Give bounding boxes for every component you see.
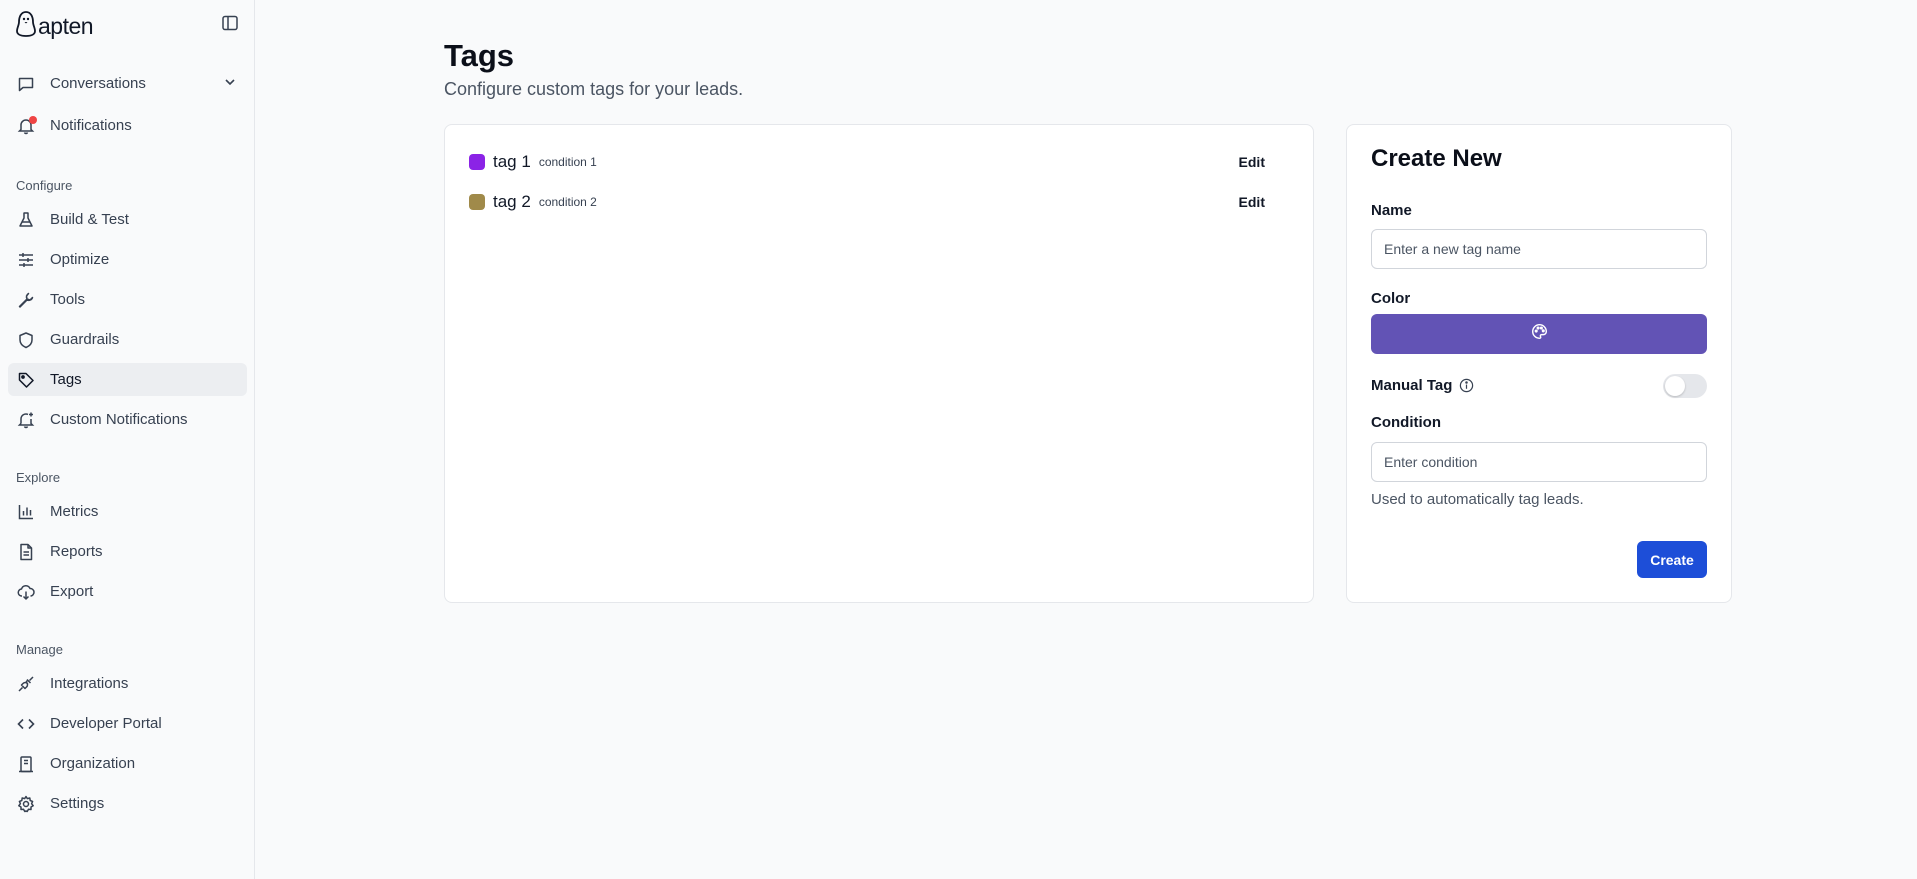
flask-icon: [16, 210, 36, 230]
sidebar-item-tools[interactable]: Tools: [8, 283, 247, 316]
color-label: Color: [1371, 290, 1411, 307]
sidebar-item-custom-notifications[interactable]: Custom Notifications: [8, 403, 247, 436]
manual-tag-toggle[interactable]: [1663, 374, 1707, 398]
page-title: Tags: [444, 38, 515, 73]
sidebar-item-developer-portal[interactable]: Developer Portal: [8, 707, 247, 740]
penguin-logo-icon: [16, 10, 36, 42]
notification-dot: [29, 115, 37, 124]
chat-icon: [16, 74, 36, 94]
tag-name: tag 1: [493, 152, 531, 171]
sidebar-item-label: Tools: [50, 291, 86, 308]
create-tag-button[interactable]: Create: [1637, 541, 1707, 578]
palette-icon: [1531, 323, 1548, 345]
tag-name: tag 2: [493, 192, 531, 211]
edit-tag-button[interactable]: Edit: [1231, 190, 1273, 214]
brand-name: apten: [38, 12, 94, 39]
page-subtitle: Configure custom tags for your leads.: [444, 79, 744, 99]
tags-list-card: tag 1 condition 1 Edit tag 2 condition 2…: [444, 124, 1314, 603]
edit-tag-button[interactable]: Edit: [1231, 150, 1273, 174]
sidebar-toggle-button[interactable]: [219, 14, 241, 36]
cloud-download-icon: [16, 582, 36, 602]
sidebar-item-label: Conversations: [50, 75, 146, 92]
chevron-down-icon[interactable]: [223, 75, 237, 93]
sidebar-item-label: Settings: [50, 795, 105, 812]
bell-plus-icon: [16, 410, 36, 430]
sidebar-item-tags[interactable]: Tags: [8, 363, 247, 396]
name-label: Name: [1371, 202, 1412, 219]
sidebar-item-optimize[interactable]: Optimize: [8, 243, 247, 276]
panel-left-icon: [221, 14, 239, 37]
condition-label: Condition: [1371, 414, 1441, 431]
sidebar-item-label: Tags: [50, 371, 82, 388]
shield-icon: [16, 330, 36, 350]
manual-tag-label: Manual Tag: [1371, 376, 1453, 394]
section-label-manage: Manage: [16, 642, 63, 657]
sidebar-item-guardrails[interactable]: Guardrails: [8, 323, 247, 356]
sidebar-item-label: Metrics: [50, 503, 99, 520]
building-icon: [16, 754, 36, 774]
condition-input[interactable]: [1371, 442, 1707, 482]
sidebar-item-label: Developer Portal: [50, 715, 162, 732]
create-tag-card: Create New Name Color Manual Tag C: [1346, 124, 1732, 603]
sidebar-item-settings[interactable]: Settings: [8, 787, 247, 820]
tag-name-input[interactable]: [1371, 229, 1707, 269]
condition-helper-text: Used to automatically tag leads.: [1371, 491, 1584, 508]
sliders-icon: [16, 250, 36, 270]
sidebar-item-label: Export: [50, 583, 94, 600]
code-icon: [16, 714, 36, 734]
bar-chart-icon: [16, 502, 36, 522]
sidebar-item-label: Optimize: [50, 251, 110, 268]
sidebar-item-conversations[interactable]: Conversations: [8, 67, 247, 100]
tag-row: tag 1 condition 1 Edit: [469, 147, 1289, 177]
sidebar-item-integrations[interactable]: Integrations: [8, 667, 247, 700]
tag-color-swatch: [469, 154, 485, 170]
section-label-configure: Configure: [16, 178, 73, 193]
sidebar-item-label: Guardrails: [50, 331, 120, 348]
tag-color-swatch: [469, 194, 485, 210]
gear-icon: [16, 794, 36, 814]
sidebar-item-label: Custom Notifications: [50, 411, 188, 428]
sidebar-item-label: Reports: [50, 543, 103, 560]
bell-icon: [16, 115, 37, 136]
brand-logo[interactable]: apten: [16, 10, 94, 42]
sidebar-item-label: Organization: [50, 755, 136, 772]
create-tag-title: Create New: [1371, 145, 1502, 172]
sidebar-item-label: Build & Test: [50, 211, 129, 228]
tag-icon: [16, 370, 36, 390]
sidebar-item-label: Integrations: [50, 675, 129, 692]
color-picker-button[interactable]: [1371, 314, 1707, 354]
file-icon: [16, 542, 36, 562]
sidebar-item-build-test[interactable]: Build & Test: [8, 203, 247, 236]
tag-row: tag 2 condition 2 Edit: [469, 187, 1289, 217]
section-label-explore: Explore: [16, 470, 61, 485]
manual-tag-row: Manual Tag: [1371, 372, 1707, 398]
sidebar-item-label: Notifications: [50, 117, 132, 134]
tag-condition: condition 1: [538, 155, 597, 169]
sidebar-item-notifications[interactable]: Notifications: [8, 109, 247, 142]
wrench-icon: [16, 290, 36, 310]
plug-icon: [16, 674, 36, 694]
sidebar-item-metrics[interactable]: Metrics: [8, 495, 247, 528]
sidebar: apten Conversations Notifications Config…: [0, 0, 255, 879]
tag-condition: condition 2: [538, 195, 597, 209]
sidebar-item-export[interactable]: Export: [8, 575, 247, 608]
sidebar-item-reports[interactable]: Reports: [8, 535, 247, 568]
sidebar-item-organization[interactable]: Organization: [8, 747, 247, 780]
info-icon[interactable]: [1459, 378, 1474, 393]
toggle-knob: [1665, 376, 1685, 396]
